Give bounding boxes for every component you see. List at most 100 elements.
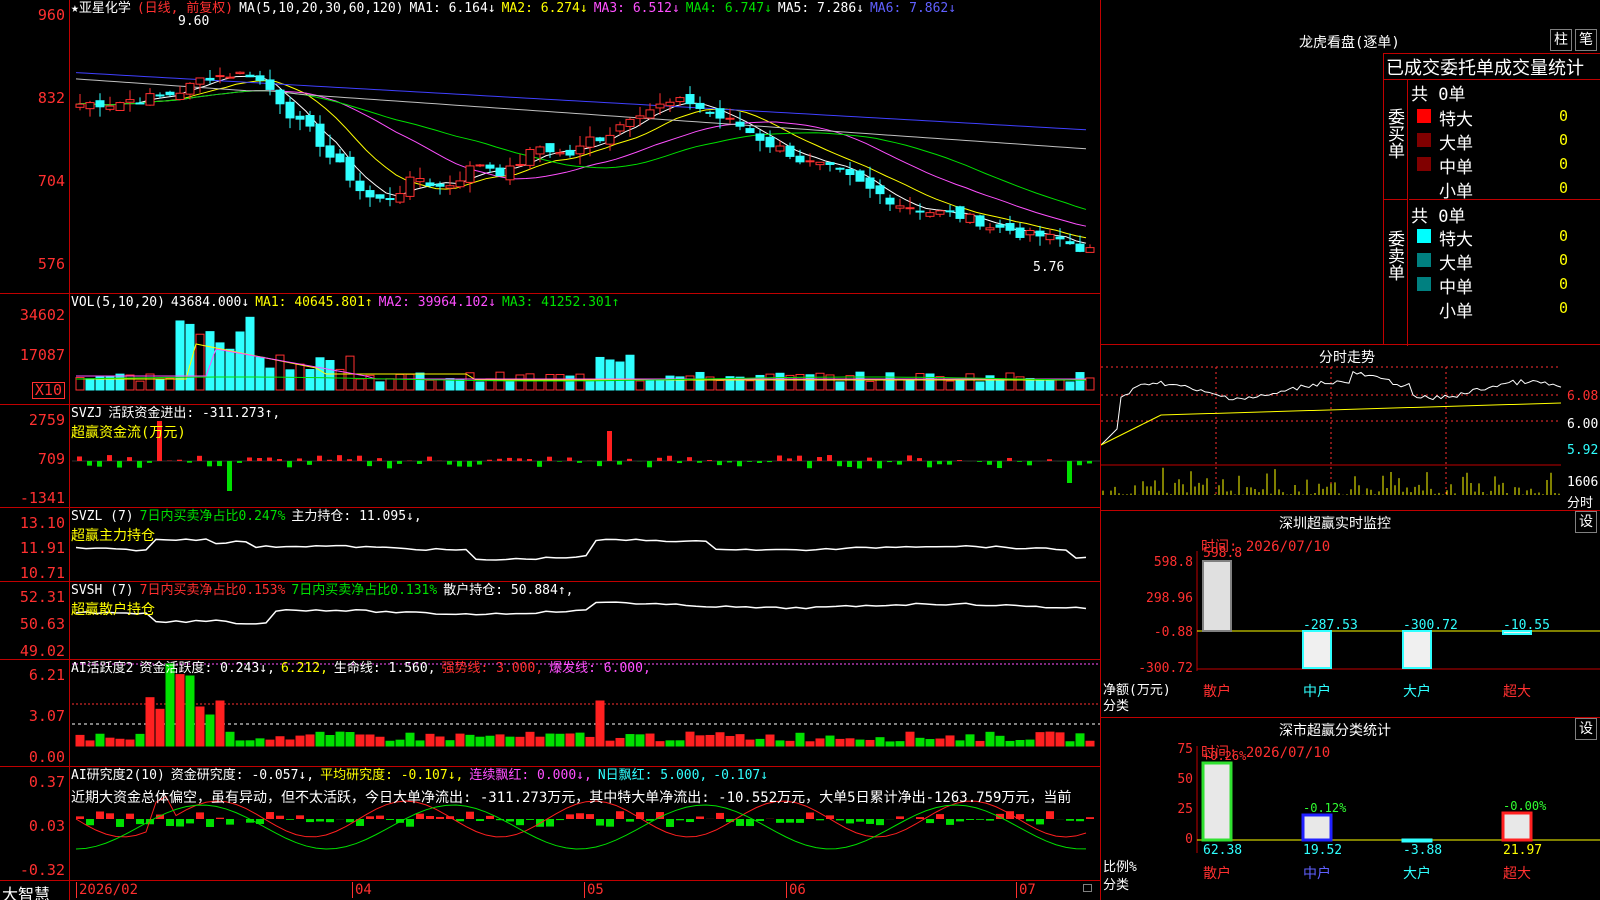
flow-bar <box>307 461 312 465</box>
candle <box>535 146 545 155</box>
volume-bar <box>115 373 125 391</box>
activity-chart[interactable] <box>0 660 1100 767</box>
volume-bar <box>945 380 955 391</box>
research-bar <box>516 819 524 826</box>
research-bar <box>776 819 784 823</box>
intraday-panel[interactable]: 分时走势 6.08 6.00 5.92 1606 分时 <box>1101 345 1600 511</box>
research-bar <box>526 819 534 820</box>
activity-bar <box>235 740 245 747</box>
category-label: 超大 <box>1503 684 1531 700</box>
candlestick-chart[interactable] <box>0 0 1100 294</box>
research-bar <box>786 819 794 823</box>
volume-bar <box>885 372 895 391</box>
flow-bar <box>1007 457 1012 461</box>
tick-mode-button[interactable]: 笔 <box>1575 29 1597 51</box>
volume-chart[interactable] <box>0 294 1100 405</box>
activity-bar <box>855 739 865 747</box>
candle <box>905 207 915 210</box>
ai-activity-pane[interactable]: 6.21 3.07 0.00 AI活跃度2 资金活跃度: 0.243↓, 6.212… <box>0 660 1100 767</box>
volume-header: VOL(5,10,20) 43684.000↓ MA1: 40645.801↑ MA2… <box>71 295 625 310</box>
flow-bar <box>1047 459 1052 461</box>
svsh-pane[interactable]: 52.31 50.63 49.02 SVSH (7) 7日内买卖净占比0.153%… <box>0 582 1100 660</box>
ai1-d: 强势线: 3.000, <box>441 661 544 676</box>
research-bar <box>106 813 114 819</box>
volume-bar <box>645 379 655 391</box>
svzl-header: SVZL (7) 7日内买卖净占比0.247% 主力持仓: 11.095↓, <box>71 509 428 524</box>
research-bar <box>296 815 304 819</box>
flow-bar <box>297 458 302 461</box>
activity-bar <box>255 738 265 747</box>
activity-bar <box>585 736 595 747</box>
candle <box>465 165 475 183</box>
candle <box>655 103 665 109</box>
volume-bar <box>225 348 235 391</box>
research-bar <box>956 819 964 822</box>
monitor-tick: -300.72 <box>1138 661 1193 676</box>
candle <box>765 136 775 148</box>
flow-bar <box>107 455 112 461</box>
lock-icon[interactable] <box>1083 884 1092 892</box>
candle <box>315 123 325 147</box>
activity-bar <box>205 714 215 747</box>
bar-mode-button[interactable]: 柱 <box>1550 29 1572 51</box>
activity-bar <box>765 734 775 747</box>
avg-research-line <box>75 804 1087 850</box>
activity-bar <box>905 731 915 747</box>
candle <box>895 205 905 209</box>
flow-bar <box>417 461 422 464</box>
activity-bar <box>725 735 735 747</box>
svzj-axis: 2759 709 -1341 <box>0 405 70 507</box>
research-bar <box>856 819 864 822</box>
research-bar <box>966 819 974 820</box>
order-size-label: 大单 <box>1439 254 1473 274</box>
research-bar <box>686 819 694 823</box>
candle <box>1045 233 1055 241</box>
flow-bar <box>147 461 152 463</box>
svsh-sub: 超赢散户持仓 <box>71 602 155 618</box>
activity-bar <box>665 740 675 747</box>
candle <box>205 77 215 81</box>
ratio-bar <box>1301 813 1333 842</box>
volume-bar <box>505 379 515 391</box>
intraday-chart[interactable] <box>1101 345 1600 511</box>
flow-bar <box>867 457 872 461</box>
activity-bar <box>805 741 815 747</box>
ma6-value: MA6: 7.862↓ <box>869 1 957 16</box>
flow-bar <box>777 455 782 461</box>
date-label: 2026/02 <box>76 882 138 898</box>
svzl-pane[interactable]: 13.10 11.91 10.71 SVZL (7) 7日内买卖净占比0.247%… <box>0 508 1100 582</box>
research-bar <box>836 819 844 821</box>
candle <box>115 102 125 111</box>
ai2-label: AI研究度2(10) <box>71 768 165 783</box>
svzj-pane[interactable]: 2759 709 -1341 SVZJ 活跃资金进出: -311.273↑, 超赢… <box>0 405 1100 508</box>
flow-bar <box>327 459 332 461</box>
research-bar <box>556 819 564 821</box>
vol-ma3: MA3: 41252.301↑ <box>502 295 620 310</box>
chart-area[interactable]: 960 832 704 576 ★亚星化学 (日线, 前复权) MA(5,10,20… <box>0 0 1100 900</box>
candle <box>1065 241 1075 245</box>
candle <box>135 102 145 105</box>
price-pane[interactable]: 960 832 704 576 ★亚星化学 (日线, 前复权) MA(5,10,20… <box>0 0 1100 294</box>
activity-bar <box>445 740 455 747</box>
research-bar <box>226 819 234 825</box>
low-label: 5.76 <box>1033 260 1065 275</box>
activity-bar <box>835 738 845 747</box>
candle <box>385 198 395 201</box>
price-tick: 704 <box>37 172 65 190</box>
ai2-tick: -0.32 <box>19 861 65 879</box>
price-axis: 960 832 704 576 <box>0 0 70 293</box>
candle <box>685 94 695 105</box>
ratio-bar <box>1501 811 1533 842</box>
volume-bar <box>185 323 195 391</box>
svsh-header: SVSH (7) 7日内买卖净占比0.153% 7日内买卖净占比0.131% 散户持仓… <box>71 583 580 598</box>
volume-bar <box>575 373 585 391</box>
ai-research-pane[interactable]: 0.37 0.03 -0.32 AI研究度2(10) 资金研究度: -0.057↓… <box>0 767 1100 880</box>
volume-pane[interactable]: 34602 17087 X10 VOL(5,10,20) 43684.000↓ MA… <box>0 294 1100 405</box>
research-chart[interactable] <box>0 767 1100 880</box>
stats-tick: 25 <box>1177 802 1193 817</box>
order-row: 大单00% <box>1409 248 1600 274</box>
flow-bar <box>887 461 892 463</box>
research-bar <box>866 819 874 824</box>
ai1-e: 爆发线: 6.000, <box>549 661 651 676</box>
candle <box>615 124 625 132</box>
